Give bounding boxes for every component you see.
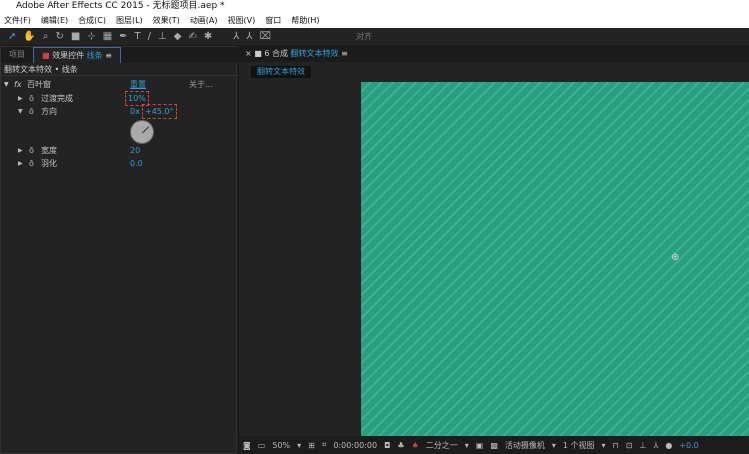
effect-row: ▼ fx 百叶窗 重置 关于...	[1, 78, 238, 91]
snapshot-icon[interactable]: ◘	[384, 441, 390, 450]
menu-edit[interactable]: 编辑(E)	[41, 13, 68, 28]
axis-icon[interactable]: ⅄	[233, 31, 239, 42]
tab-comp-name: 翻转文本特效	[290, 49, 339, 58]
window-title: Adobe After Effects CC 2015 - 无标题项目.aep …	[0, 0, 749, 13]
reset-link[interactable]: 重置	[130, 78, 146, 91]
prop-value[interactable]: 0.0	[130, 157, 143, 170]
prop-label: 方向	[41, 107, 57, 116]
puppet-pin-icon[interactable]: ✱	[204, 31, 212, 42]
clone-stamp-icon[interactable]: ⊥	[158, 31, 167, 42]
menu-bar: 文件(F) 编辑(E) 合成(C) 图层(L) 效果(T) 动画(A) 视图(V…	[0, 13, 749, 28]
exposure-value[interactable]: +0.0	[679, 441, 698, 450]
prop-value[interactable]: 10%	[125, 91, 149, 106]
expand-arrow-icon[interactable]: ▼	[18, 105, 23, 118]
chevron-down-icon[interactable]: ▾	[552, 441, 556, 450]
composition-panel: × ■ 6 合成 翻转文本特效 ≡ 翻转文本特效 ⊕ ◙ ▭ 50% ▾ ⊞ ⌗…	[239, 46, 749, 454]
toolbar: ➚ ✋ ⌕ ↻ ■ ⊹ ▦ ✒ T / ⊥ ◆ ✍ ✱ ⅄ ⅄ ⌧ 对齐	[0, 28, 749, 45]
brush-icon[interactable]: /	[148, 31, 151, 42]
menu-view[interactable]: 视图(V)	[228, 13, 256, 28]
tab-label: 合成	[271, 49, 288, 58]
eraser-icon[interactable]: ◆	[174, 31, 182, 42]
views-select[interactable]: 1 个视图	[563, 440, 595, 451]
rectangle-icon[interactable]: ▦	[103, 31, 112, 42]
pen-icon[interactable]: ✒	[119, 31, 127, 42]
selection-icon[interactable]: ➚	[8, 31, 16, 42]
comp-breadcrumb[interactable]: 翻转文本特效	[251, 66, 311, 78]
viewer-toolbar: ◙ ▭ 50% ▾ ⊞ ⌗ 0:00:00:00 ◘ ♣ ♠ 二分之一 ▾ ▣ …	[239, 436, 749, 454]
camera-select[interactable]: 活动摄像机	[505, 440, 545, 451]
composition-tab[interactable]: × ■ 6 合成 翻转文本特效 ≡	[239, 46, 749, 62]
chevron-down-icon[interactable]: ▾	[465, 441, 469, 450]
angle-dial[interactable]	[130, 120, 154, 144]
prop-value[interactable]: +45.0°	[142, 104, 177, 119]
stopwatch-icon[interactable]: ō	[29, 92, 34, 105]
resolution-select[interactable]: 二分之一	[426, 440, 458, 451]
prop-label: 过渡完成	[41, 94, 73, 103]
timecode[interactable]: 0:00:00:00	[333, 441, 377, 450]
view-axis-icon[interactable]: ⌧	[259, 31, 271, 42]
rotate-icon[interactable]: ↻	[55, 31, 63, 42]
prop-label: 宽度	[41, 146, 57, 155]
menu-effect[interactable]: 效果(T)	[153, 13, 180, 28]
exposure-reset-icon[interactable]: ●	[665, 441, 672, 450]
about-link[interactable]: 关于...	[189, 78, 213, 91]
expand-arrow-icon[interactable]: ▼	[4, 78, 9, 91]
tab-label: 效果控件	[52, 51, 85, 60]
expand-arrow-icon[interactable]: ▶	[18, 157, 23, 170]
fast-preview-icon[interactable]: ⊡	[626, 441, 633, 450]
text-icon[interactable]: T	[135, 31, 141, 42]
prop-label: 羽化	[41, 159, 57, 168]
toggle-pixel-icon[interactable]: ⊓	[613, 441, 619, 450]
effect-name: 百叶窗	[27, 80, 51, 89]
menu-file[interactable]: 文件(F)	[4, 13, 31, 28]
tab-layer-name: 线条	[86, 51, 103, 60]
pan-behind-icon[interactable]: ⊹	[87, 31, 95, 42]
always-preview-icon[interactable]: ◙	[243, 441, 251, 450]
stopwatch-icon[interactable]: ō	[29, 105, 34, 118]
lock-icon: ■	[42, 51, 50, 60]
stopwatch-icon[interactable]: ō	[29, 144, 34, 157]
prop-width: ▶ ō 宽度 20	[1, 144, 238, 157]
zoom-icon[interactable]: ⌕	[43, 31, 49, 42]
prop-feather: ▶ ō 羽化 0.0	[1, 157, 238, 170]
chevron-down-icon[interactable]: ▾	[602, 441, 606, 450]
roto-brush-icon[interactable]: ✍	[188, 31, 196, 42]
prop-transition-completion: ▶ ō 过渡完成 10%	[1, 91, 238, 106]
show-snapshot-icon[interactable]: ♣	[397, 441, 404, 450]
anchor-point-icon[interactable]: ⊕	[671, 252, 679, 263]
expand-arrow-icon[interactable]: ▶	[18, 92, 23, 105]
chevron-down-icon[interactable]: ▾	[297, 441, 301, 450]
layer-header: 翻转文本特效 • 线条	[1, 64, 238, 76]
left-panel-tabs: 项目 ■ 效果控件 线条 ≡	[1, 47, 238, 63]
prop-revolutions[interactable]: 0x	[130, 105, 140, 118]
expand-arrow-icon[interactable]: ▶	[18, 144, 23, 157]
safe-margins-icon[interactable]: ⌗	[322, 440, 327, 450]
transparency-grid-icon[interactable]: ▩	[490, 441, 498, 450]
stopwatch-icon[interactable]: ō	[29, 157, 34, 170]
fx-icon[interactable]: fx	[14, 78, 22, 91]
menu-window[interactable]: 窗口	[265, 13, 281, 28]
effect-controls-panel: 项目 ■ 效果控件 线条 ≡ 翻转文本特效 • 线条 ▼ fx 百叶窗 重置 关…	[0, 46, 238, 454]
composition-viewer[interactable]	[361, 82, 749, 436]
flowchart-icon[interactable]: ⅄	[653, 441, 658, 450]
align-label[interactable]: 对齐	[356, 31, 372, 42]
timeline-icon[interactable]: ⊥	[640, 441, 647, 450]
region-icon[interactable]: ▣	[476, 441, 484, 450]
hand-icon[interactable]: ✋	[23, 31, 35, 42]
camera-icon[interactable]: ■	[71, 31, 80, 42]
prop-value[interactable]: 20	[130, 144, 140, 157]
menu-help[interactable]: 帮助(H)	[291, 13, 319, 28]
menu-layer[interactable]: 图层(L)	[116, 13, 143, 28]
world-axis-icon[interactable]: ⅄	[246, 31, 252, 42]
prop-direction: ▼ ō 方向 0x +45.0°	[1, 104, 238, 119]
tab-project[interactable]: 项目	[1, 47, 33, 63]
zoom-select[interactable]: 50%	[272, 441, 290, 450]
menu-animation[interactable]: 动画(A)	[190, 13, 218, 28]
monitor-icon[interactable]: ▭	[258, 441, 266, 450]
menu-composition[interactable]: 合成(C)	[78, 13, 106, 28]
color-channel-icon[interactable]: ♠	[412, 441, 419, 450]
tab-effect-controls[interactable]: ■ 效果控件 线条 ≡	[33, 47, 121, 63]
fit-icon[interactable]: ⊞	[308, 441, 315, 450]
